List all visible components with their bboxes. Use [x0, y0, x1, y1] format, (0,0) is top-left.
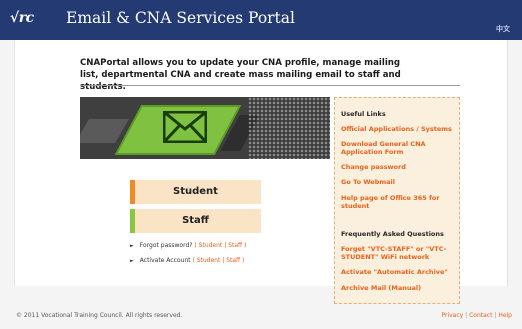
- separator: |: [222, 257, 225, 264]
- staff-stripe: [130, 209, 135, 233]
- copyright-text: © 2011 Vocational Training Council. All …: [16, 312, 183, 319]
- staff-button[interactable]: Staff: [130, 209, 261, 233]
- page-title: Email & CNA Services Portal: [66, 9, 295, 27]
- student-button-label: Student: [173, 186, 218, 197]
- separator: |: [494, 312, 497, 319]
- paren-open: (: [194, 242, 197, 249]
- language-switch-link[interactable]: 中文: [496, 24, 510, 34]
- useful-links-panel: Useful Links Official Applications / Sys…: [334, 97, 460, 304]
- keyboard-dots: [248, 97, 330, 159]
- faq-automatic-archive-link[interactable]: Activate "Automatic Archive": [341, 268, 457, 276]
- privacy-link[interactable]: Privacy: [441, 312, 463, 319]
- faq-title: Frequently Asked Questions: [341, 230, 444, 238]
- divider: [80, 85, 460, 86]
- email-banner-image: [80, 97, 330, 159]
- student-stripe: [130, 180, 135, 204]
- student-button[interactable]: Student: [130, 180, 261, 204]
- forgot-student-link[interactable]: Student: [199, 242, 223, 249]
- separator: |: [465, 312, 468, 319]
- bullet-icon: ►: [130, 258, 134, 264]
- header-bar: √rc Email & CNA Services Portal 中文: [0, 0, 522, 40]
- intro-text: CNAPortal allows you to update your CNA …: [80, 58, 401, 92]
- activate-account-label: Activate Account: [139, 257, 191, 264]
- activate-student-link[interactable]: Student: [197, 257, 221, 264]
- forgot-password-row: ► Forgot password? ( Student | Staff ): [130, 242, 246, 249]
- link-download-cna-form[interactable]: Download General CNA Application Form: [341, 140, 457, 156]
- staff-button-label: Staff: [182, 215, 209, 226]
- paren-close: ): [244, 242, 247, 249]
- activate-account-row: ► Activate Account ( Student | Staff ): [130, 257, 244, 264]
- forgot-staff-link[interactable]: Staff: [228, 242, 242, 249]
- bullet-icon: ►: [130, 243, 134, 249]
- paren-open: (: [192, 257, 195, 264]
- paren-close: ): [242, 257, 245, 264]
- activate-staff-link[interactable]: Staff: [226, 257, 240, 264]
- faq-wifi-link[interactable]: Forget "VTC-STAFF" or "VTC-STUDENT" WiFi…: [341, 245, 457, 261]
- contact-link[interactable]: Contact: [469, 312, 492, 319]
- link-change-password[interactable]: Change password: [341, 163, 457, 171]
- link-office365-help[interactable]: Help page of Office 365 for student: [341, 194, 457, 210]
- footer-links: Privacy | Contact | Help: [441, 312, 512, 319]
- useful-links-title: Useful Links: [341, 110, 386, 118]
- faq-archive-mail-link[interactable]: Archive Mail (Manual): [341, 284, 457, 292]
- envelope-icon: [163, 111, 207, 143]
- link-go-to-webmail[interactable]: Go To Webmail: [341, 178, 457, 186]
- link-official-applications[interactable]: Official Applications / Systems: [341, 125, 457, 133]
- help-link[interactable]: Help: [498, 312, 512, 319]
- forgot-password-label: Forgot password?: [139, 242, 193, 249]
- vtc-logo[interactable]: √rc: [10, 10, 34, 26]
- separator: |: [224, 242, 227, 249]
